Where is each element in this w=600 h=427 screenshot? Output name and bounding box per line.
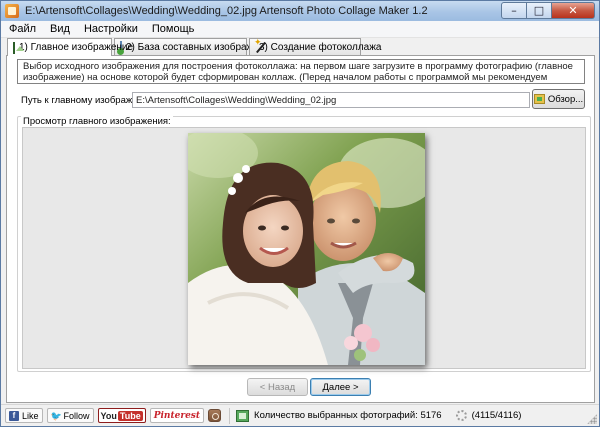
status-bar: f Like 🐦 Follow You Tube Pinterest Колич… xyxy=(1,404,599,426)
loading-progress: (4115/4116) xyxy=(471,410,522,421)
main-image-preview xyxy=(188,133,425,365)
menu-bar: Файл Вид Настройки Помощь xyxy=(1,21,599,38)
back-button[interactable]: < Назад xyxy=(247,378,308,396)
menu-help[interactable]: Помощь xyxy=(145,23,202,35)
tab-create-collage[interactable]: 3) Создание фотоколлажа xyxy=(249,37,381,55)
twitter-follow-label: Follow xyxy=(63,410,90,421)
twitter-icon: 🐦 xyxy=(50,410,62,421)
preview-group: Просмотр главного изображения: xyxy=(17,116,591,372)
tab-main-image[interactable]: 1) Главное изображение xyxy=(7,38,133,56)
preview-area xyxy=(22,127,586,369)
youtube-you-label: You xyxy=(100,410,117,421)
tab-create-collage-label: 3) Создание фотоколлажа xyxy=(259,41,382,53)
window-controls: – □ ✕ xyxy=(501,2,595,19)
window-title: E:\Artensoft\Collages\Wedding\Wedding_02… xyxy=(25,5,428,17)
tab-strip: 1) Главное изображение 2) База составных… xyxy=(1,37,599,56)
photos-count-icon xyxy=(236,409,250,422)
open-image-icon xyxy=(533,94,545,104)
status-separator xyxy=(229,407,231,424)
tab-main-image-label: 1) Главное изображение xyxy=(19,42,134,53)
navigation-row: < Назад Далее > xyxy=(7,378,594,398)
browse-button-label: Обзор... xyxy=(547,93,584,105)
selected-photos-count: Количество выбранных фотографий: 5176 xyxy=(254,410,442,421)
facebook-icon: f xyxy=(9,410,19,421)
menu-file[interactable]: Файл xyxy=(1,23,43,35)
loading-spinner-icon xyxy=(455,410,467,421)
minimize-button[interactable]: – xyxy=(501,2,527,19)
title-bar[interactable]: E:\Artensoft\Collages\Wedding\Wedding_02… xyxy=(1,1,599,21)
close-button[interactable]: ✕ xyxy=(552,2,595,19)
browse-button[interactable]: Обзор... xyxy=(532,89,585,109)
facebook-like-button[interactable]: f Like xyxy=(5,408,43,423)
app-window: E:\Artensoft\Collages\Wedding\Wedding_02… xyxy=(0,0,600,427)
menu-settings[interactable]: Настройки xyxy=(77,23,145,35)
image-icon xyxy=(13,41,24,54)
youtube-button[interactable]: You Tube xyxy=(97,408,146,423)
youtube-tube-label: Tube xyxy=(117,410,143,421)
resize-grip-icon[interactable] xyxy=(587,414,597,424)
next-button[interactable]: Далее > xyxy=(310,378,371,396)
tab-panel: Выбор исходного изображения для построен… xyxy=(6,55,595,403)
menu-view[interactable]: Вид xyxy=(43,23,77,35)
path-input[interactable] xyxy=(132,92,530,108)
instagram-icon[interactable] xyxy=(208,409,222,422)
preview-label: Просмотр главного изображения: xyxy=(21,116,173,127)
tab-image-database[interactable]: 2) База составных изображений xyxy=(114,38,276,55)
app-icon[interactable] xyxy=(5,4,19,18)
maximize-button[interactable]: □ xyxy=(527,2,552,19)
facebook-like-label: Like xyxy=(22,410,39,421)
path-row: Путь к главному изображению: Обзор... xyxy=(17,89,587,109)
pinterest-button[interactable]: Pinterest xyxy=(149,408,205,423)
info-description: Выбор исходного изображения для построен… xyxy=(17,59,585,84)
wedding-photo xyxy=(188,133,425,365)
twitter-follow-button[interactable]: 🐦 Follow xyxy=(46,408,94,423)
